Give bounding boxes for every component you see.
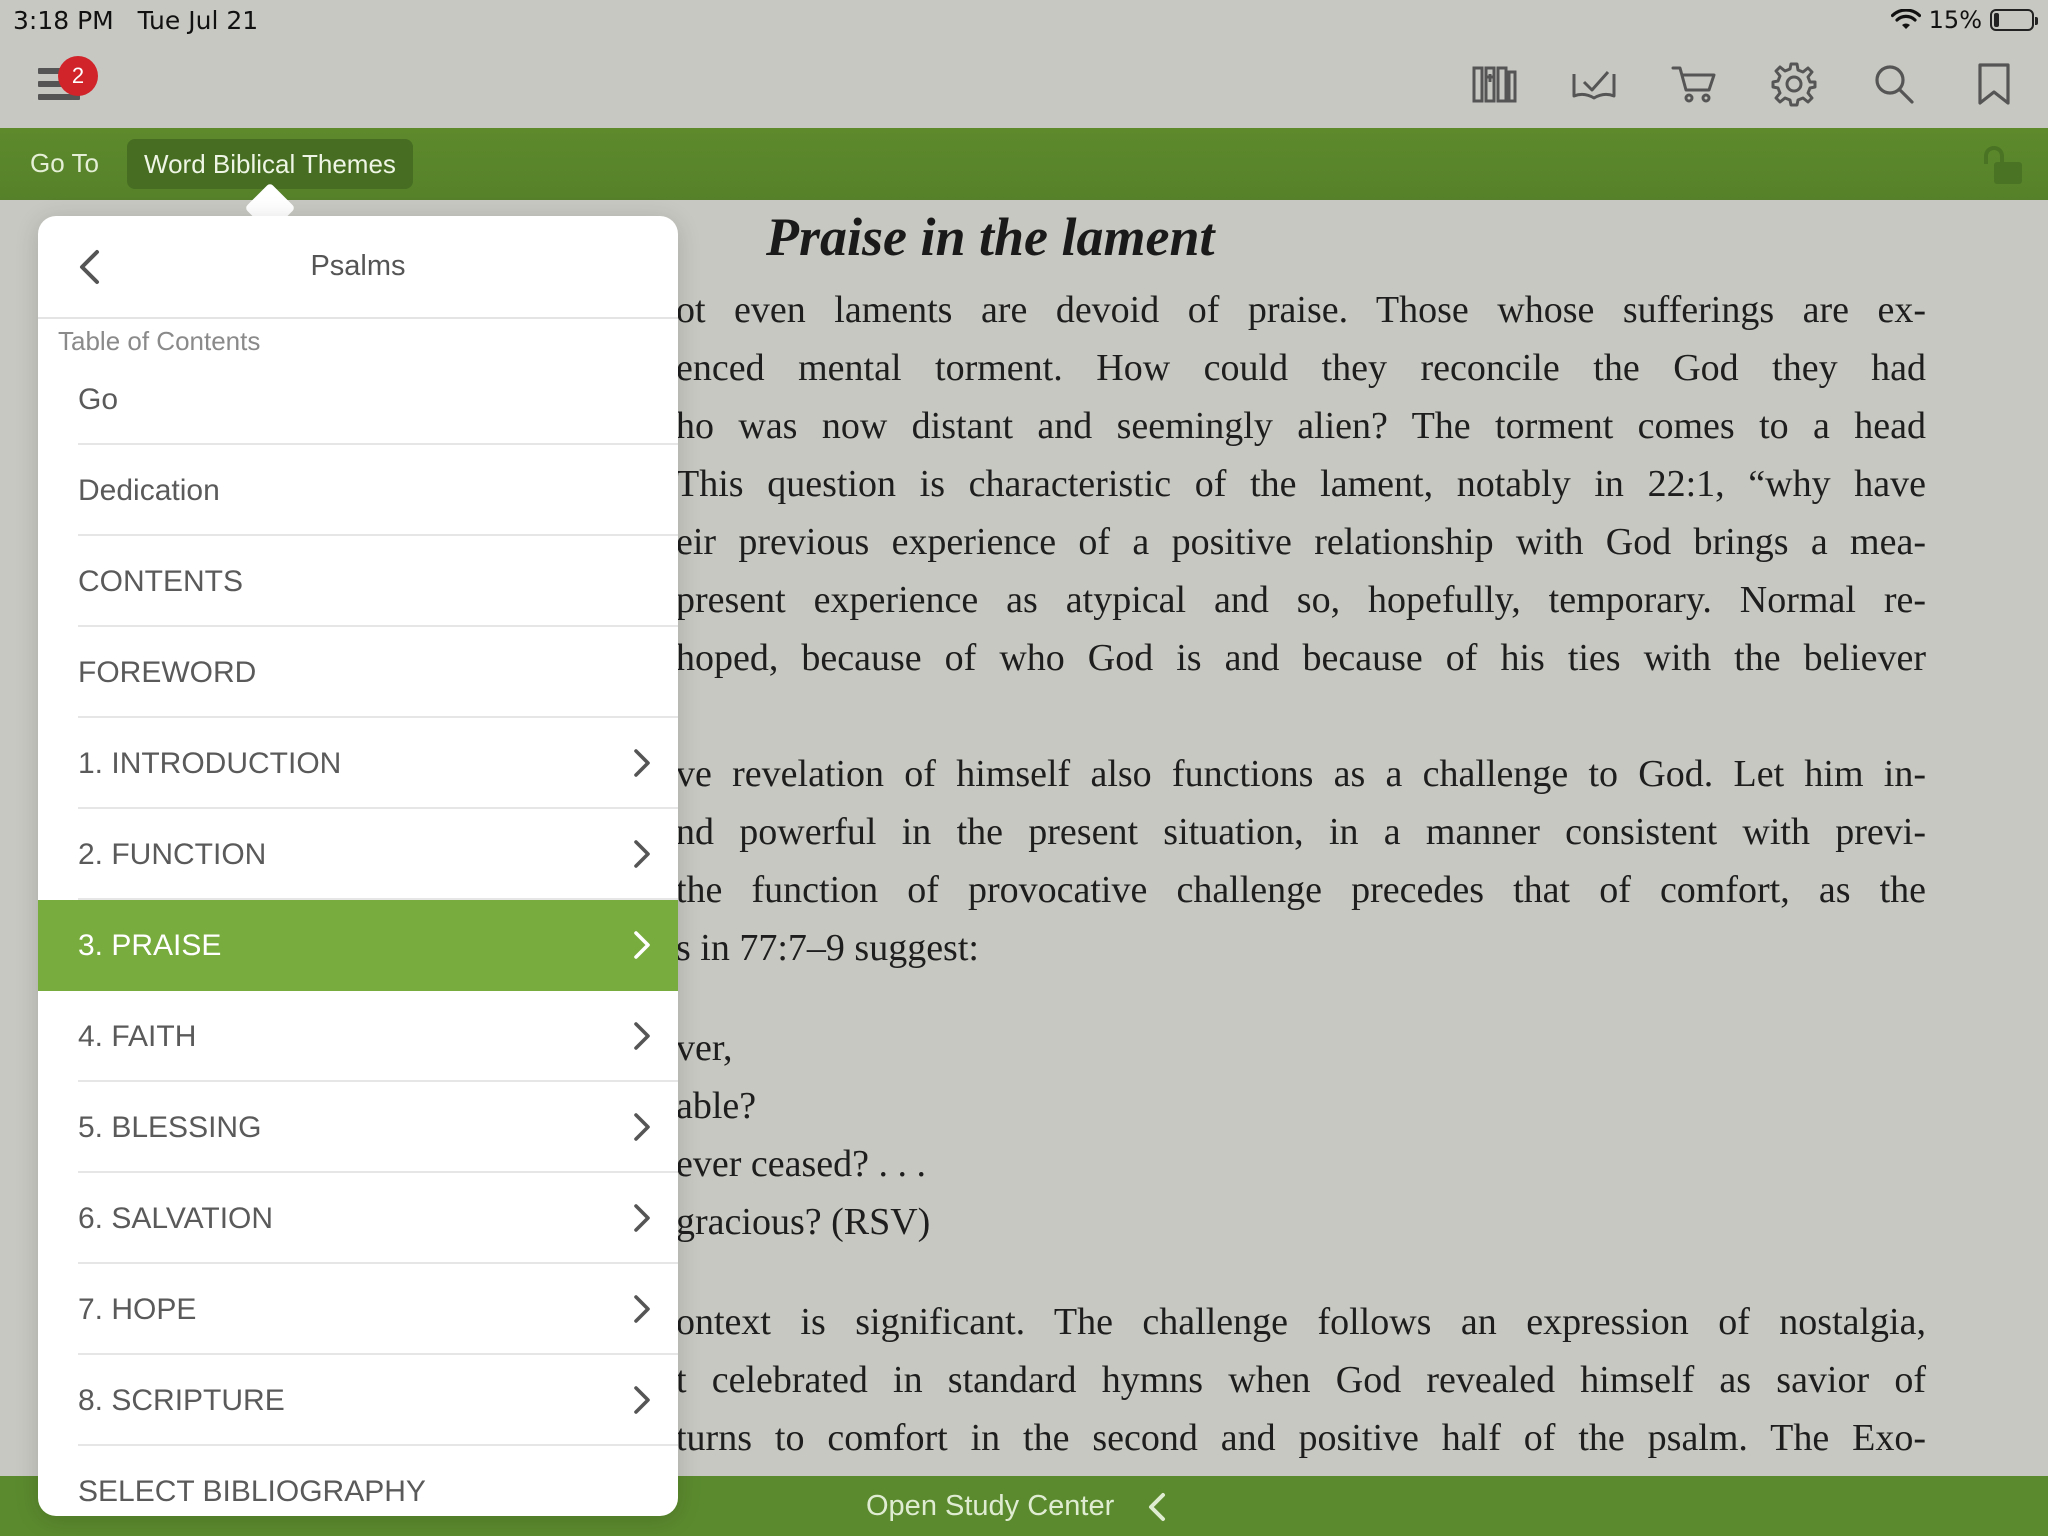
chevron-right-icon[interactable] [632,1112,652,1147]
text-line: ot even laments are devoid of praise. Th… [676,289,1926,331]
toc-item[interactable]: 7. HOPE [38,1264,678,1355]
toc-item-label: FOREWORD [78,655,257,689]
toc-item-label: 7. HOPE [78,1292,197,1326]
text-line: enced mental torment. How could they rec… [676,347,1926,389]
toc-item[interactable]: 4. FAITH [38,991,678,1082]
status-time: 3:18 PM Tue Jul 21 [13,6,259,35]
toc-item[interactable]: Dedication [38,445,678,536]
text-line: This question is characteristic of the l… [676,463,1926,505]
toc-item[interactable]: CONTENTS [38,536,678,627]
toc-item[interactable]: 2. FUNCTION [38,809,678,900]
text-line: s in 77:7–9 suggest: [676,927,979,969]
text-line: gracious? (RSV) [676,1201,931,1243]
toc-item[interactable]: Go [38,354,678,445]
toolbar-icons [1468,60,2020,108]
toc-item[interactable]: 8. SCRIPTURE [38,1355,678,1446]
toc-item[interactable]: 5. BLESSING [38,1082,678,1173]
section-title: Praise in the lament [766,207,1215,267]
toc-item-label: Dedication [78,473,220,507]
text-line: ontext is significant. The challenge fol… [676,1301,1926,1343]
chevron-right-icon[interactable] [632,839,652,874]
toc-item[interactable]: FOREWORD [38,627,678,718]
toc-item-label: 1. INTRODUCTION [78,746,342,780]
battery-icon [1990,9,2038,31]
bookmark-icon[interactable] [1968,60,2020,108]
wifi-icon [1890,9,1921,29]
text-line: ho was now distant and seemingly alien? … [676,405,1926,447]
toc-item-label: 3. PRAISE [78,928,222,962]
notification-badge: 2 [58,56,98,96]
text-line: t celebrated in standard hymns when God … [676,1359,1926,1401]
toc-item[interactable]: 1. INTRODUCTION [38,718,678,809]
text-line: ever ceased? . . . [676,1143,927,1185]
text-line: the function of provocative challenge pr… [676,869,1926,911]
toc-item[interactable]: SELECT BIBLIOGRAPHY [38,1446,678,1516]
toc-item-label: 8. SCRIPTURE [78,1383,285,1417]
popover-header: Psalms [38,216,678,319]
text-line: ver, [676,1027,733,1069]
goto-button[interactable]: Go To [30,148,99,179]
top-toolbar: 2 [0,40,2048,128]
toc-section-label: Table of Contents [58,326,261,356]
toc-item-label: SELECT BIBLIOGRAPHY [78,1474,426,1508]
toc-list: Go Dedication CONTENTS FOREWORD 1. INTRODUCT… [38,354,678,1516]
toc-item[interactable]: 3. PRAISE [38,900,678,991]
toc-item-label: 4. FAITH [78,1019,197,1053]
text-line: nd powerful in the present situation, in… [676,811,1926,853]
toc-popover: Psalms Table of Contents Go Dedication CON… [38,216,678,1516]
status-bar: 3:18 PM Tue Jul 21 15% [0,0,2048,40]
chevron-right-icon[interactable] [632,1385,652,1420]
nav-bar: Go To Word Biblical Themes [0,128,2048,200]
text-line: ve revelation of himself also functions … [676,753,1926,795]
unlock-icon[interactable] [1980,146,2026,186]
open-study-center-button[interactable]: Open Study Center [866,1490,1114,1523]
search-icon[interactable] [1868,60,1920,108]
library-icon[interactable] [1468,60,1520,108]
text-line: present experience as atypical and so, h… [676,579,1926,621]
resource-breadcrumb[interactable]: Word Biblical Themes [127,139,413,189]
toc-item-label: Go [78,382,119,416]
toc-item-label: CONTENTS [78,564,243,598]
chevron-right-icon[interactable] [632,1203,652,1238]
chevron-right-icon[interactable] [632,930,652,965]
toc-item-label: 6. SALVATION [78,1201,274,1235]
cart-icon[interactable] [1668,60,1720,108]
toc-item[interactable]: 6. SALVATION [38,1173,678,1264]
chevron-right-icon[interactable] [632,1294,652,1329]
text-line: able? [676,1085,757,1127]
chevron-right-icon[interactable] [632,748,652,783]
toc-item-label: 5. BLESSING [78,1110,262,1144]
battery-percent: 15% [1928,6,1982,34]
text-line: hoped, because of who God is and because… [676,637,1926,679]
chevron-left-icon[interactable] [1146,1492,1168,1522]
chevron-right-icon[interactable] [632,1021,652,1056]
status-right: 15% [1890,6,2038,34]
settings-icon[interactable] [1768,60,1820,108]
reading-plan-icon[interactable] [1568,60,1620,108]
popover-title: Psalms [310,250,406,282]
text-line: eir previous experience of a positive re… [676,521,1926,563]
text-line: turns to comfort in the second and posit… [676,1417,1926,1459]
toc-item-label: 2. FUNCTION [78,837,267,871]
